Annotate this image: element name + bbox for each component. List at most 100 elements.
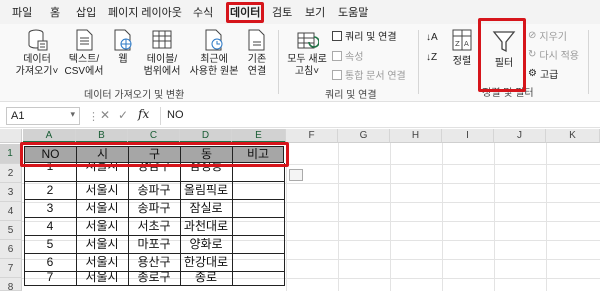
properties-icon (332, 50, 342, 61)
select-all-corner[interactable] (0, 129, 22, 143)
name-box-value: A1 (11, 110, 25, 122)
table-cell[interactable]: 6 (24, 254, 76, 271)
paste-options-icon[interactable] (289, 169, 303, 181)
tab-page-layout[interactable]: 페이지 레이아웃 (108, 4, 182, 20)
tab-review[interactable]: 검토 (272, 4, 292, 20)
sort-button[interactable]: Z A 정렬 (448, 28, 476, 68)
table-cell[interactable]: 용산구 (128, 254, 180, 271)
table-cell[interactable]: 종로구 (128, 270, 180, 285)
name-box[interactable]: A1 ▾ (6, 107, 80, 125)
column-header-K[interactable]: K (546, 129, 600, 143)
tab-help[interactable]: 도움말 (338, 4, 368, 20)
formula-bar: A1 ▾ ⋮ ✕ ✓ fx NO (0, 104, 600, 128)
table-cell[interactable]: 서울시 (76, 218, 128, 235)
table-cell[interactable]: 종로 (180, 270, 232, 285)
clear-label: 지우기 (539, 32, 567, 43)
tab-insert[interactable]: 삽입 (76, 4, 96, 20)
row-header-1[interactable]: 1 (0, 144, 22, 164)
gridline (390, 143, 391, 291)
edit-links-button[interactable]: 통합 문서 연결 (332, 67, 406, 82)
column-header-C[interactable]: C (128, 129, 180, 143)
tab-formulas[interactable]: 수식 (193, 4, 213, 20)
reapply-label: 다시 적용 (539, 51, 579, 62)
group-separator (588, 30, 589, 94)
table-cell[interactable]: 양화로 (180, 236, 232, 253)
table-icon (152, 30, 172, 49)
column-header-I[interactable]: I (442, 129, 494, 143)
table-cell[interactable]: 과천대로 (180, 218, 232, 235)
column-header-H[interactable]: H (390, 129, 442, 143)
column-header-E[interactable]: E (232, 129, 286, 143)
data-tab-highlight (226, 2, 264, 23)
chevron-down-icon[interactable]: ▾ (70, 109, 75, 120)
from-text-csv-label: 텍스트/ CSV에서 (64, 54, 104, 77)
table-cell[interactable]: 서울시 (76, 270, 128, 285)
cancel-icon[interactable]: ✕ (100, 108, 110, 122)
reapply-icon: ↻ (528, 49, 537, 60)
refresh-all-button[interactable]: 모두 새로 고침˅ (284, 28, 330, 78)
advanced-filter-icon: ⚙ (528, 68, 537, 79)
table-cell[interactable]: 마포구 (128, 236, 180, 253)
recent-sources-button[interactable]: 최근에 사용한 원본 (186, 28, 242, 78)
table-cell[interactable]: 잠실로 (180, 200, 232, 217)
table-cell[interactable]: 서울시 (76, 200, 128, 217)
connections-file-icon (248, 29, 265, 51)
sort-descending-button[interactable]: ↓Z (426, 52, 437, 63)
table-cell[interactable]: 서울시 (76, 182, 128, 199)
row-header-7[interactable]: 7 (0, 259, 22, 278)
table-cell[interactable]: 서울시 (76, 254, 128, 271)
queries-connections-button[interactable]: 쿼리 및 연결 (332, 28, 397, 43)
table-cell[interactable]: 2 (24, 182, 76, 199)
from-text-csv-button[interactable]: 텍스트/ CSV에서 (62, 28, 106, 78)
row-header-5[interactable]: 5 (0, 221, 22, 240)
table-cell[interactable]: 3 (24, 200, 76, 217)
table-border (24, 285, 285, 286)
row-header-4[interactable]: 4 (0, 202, 22, 221)
table-cell[interactable]: 한강대로 (180, 254, 232, 271)
column-header-J[interactable]: J (494, 129, 546, 143)
tab-view[interactable]: 보기 (305, 4, 325, 20)
sort-descending-icon: ↓Z (426, 52, 438, 63)
queries-icon (332, 30, 342, 41)
refresh-all-label: 모두 새로 고침˅ (287, 54, 327, 77)
column-header-D[interactable]: D (180, 129, 232, 143)
filter-button-highlight (478, 18, 526, 92)
row-header-6[interactable]: 6 (0, 240, 22, 259)
enter-check-icon[interactable]: ✓ (118, 108, 128, 122)
insert-function-icon[interactable]: fx (138, 107, 149, 121)
column-header-A[interactable]: A (23, 129, 76, 143)
formula-input[interactable]: NO (160, 107, 596, 125)
reapply-button[interactable]: ↻ 다시 적용 (528, 47, 579, 62)
refresh-icon (297, 32, 319, 49)
column-header-B[interactable]: B (76, 129, 128, 143)
get-data-button[interactable]: 데이터 가져오기˅ (14, 28, 60, 78)
table-cell[interactable]: 송파구 (128, 182, 180, 199)
table-cell[interactable]: 올림픽로 (180, 182, 232, 199)
clear-filter-icon: ⊘ (528, 30, 537, 41)
header-row-highlight (20, 142, 289, 167)
column-header-G[interactable]: G (338, 129, 390, 143)
properties-button[interactable]: 속성 (332, 48, 363, 63)
row-header-8[interactable]: 8 (0, 278, 22, 291)
tab-home[interactable]: 홈 (50, 4, 60, 20)
table-cell[interactable]: 7 (24, 270, 76, 285)
clear-filter-button[interactable]: ⊘ 지우기 (528, 28, 567, 43)
column-header-F[interactable]: F (286, 129, 338, 143)
advanced-filter-button[interactable]: ⚙ 고급 (528, 66, 558, 81)
row-header-3[interactable]: 3 (0, 183, 22, 202)
get-data-label: 데이터 가져오기˅ (15, 54, 59, 77)
from-web-button[interactable]: 웹 (110, 28, 136, 66)
sort-ascending-button[interactable]: ↓A (426, 32, 438, 43)
table-cell[interactable]: 서초구 (128, 218, 180, 235)
table-cell[interactable]: 5 (24, 236, 76, 253)
links-icon (332, 69, 342, 80)
from-table-range-button[interactable]: 테이블/ 범위에서 (140, 28, 184, 78)
table-cell[interactable]: 서울시 (76, 236, 128, 253)
group-separator (278, 30, 279, 94)
table-cell[interactable]: 송파구 (128, 200, 180, 217)
edit-links-label: 통합 문서 연결 (345, 71, 406, 82)
table-cell[interactable]: 4 (24, 218, 76, 235)
tab-file[interactable]: 파일 (12, 4, 32, 20)
existing-connections-button[interactable]: 기존 연결 (244, 28, 270, 78)
row-header-2[interactable]: 2 (0, 164, 22, 183)
